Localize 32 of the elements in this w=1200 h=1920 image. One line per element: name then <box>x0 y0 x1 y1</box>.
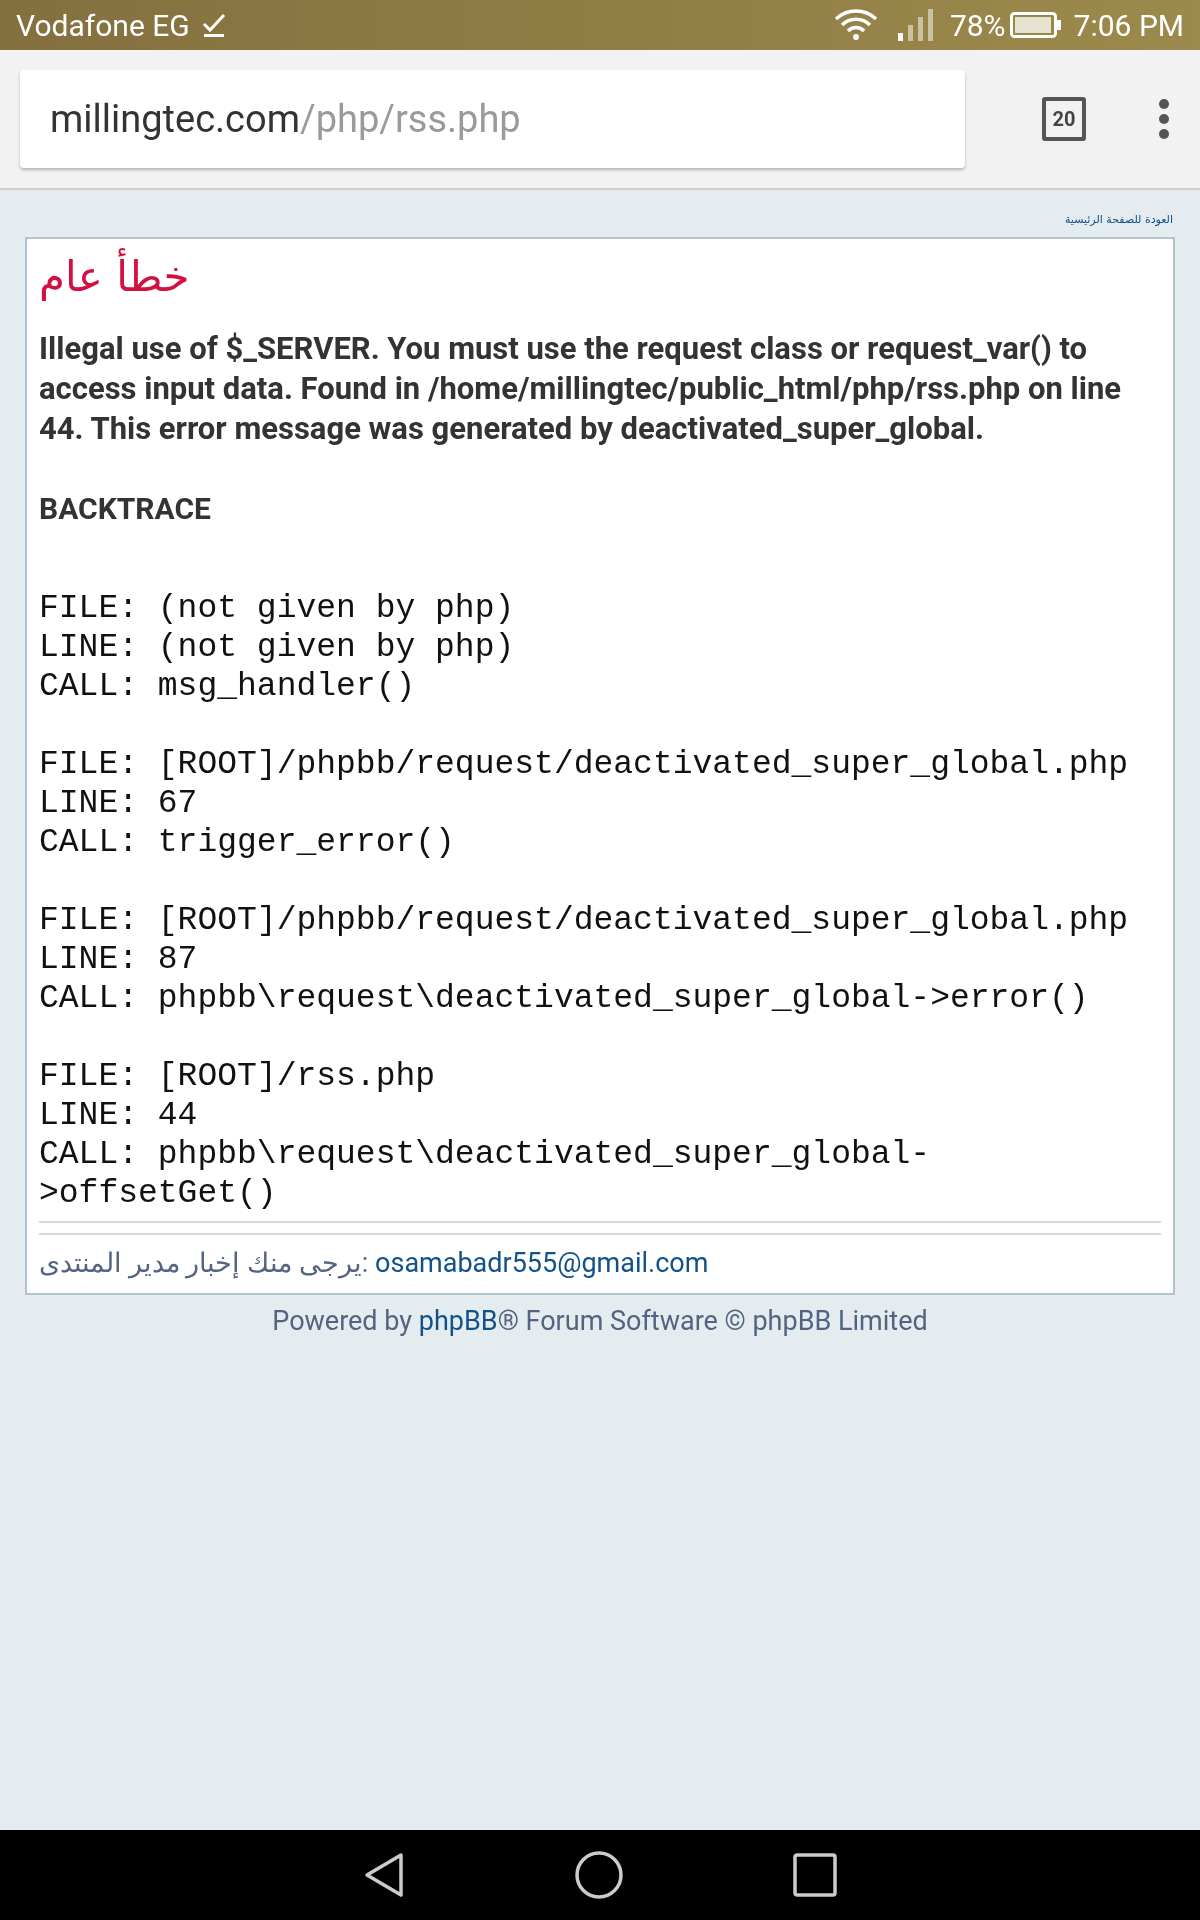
home-icon[interactable] <box>575 1851 623 1899</box>
recents-icon[interactable] <box>793 1853 837 1897</box>
back-icon[interactable] <box>363 1852 405 1898</box>
backtrace-line: FILE: [ROOT]/phpbb/request/deactivated_super_global.php <box>39 744 1130 784</box>
battery-percent: 78% <box>949 6 1006 45</box>
error-title: خطأ عام <box>39 246 190 307</box>
more-menu-icon[interactable] <box>1158 98 1170 140</box>
error-message: Illegal use of $_SERVER. You must use the request class or request_var() to access input data. Found in /home/millingtec/public_html/php/rss.php on line 44. This error message was generated by deactivated_super_global. <box>39 328 1123 449</box>
wifi-icon <box>833 9 878 41</box>
email-link[interactable]: osamabadr555@gmail.com <box>375 1246 709 1279</box>
check-icon <box>201 12 226 38</box>
backtrace-line: FILE: [ROOT]/phpbb/request/deactivated_super_global.php <box>39 900 1130 940</box>
backtrace-line: LINE: 87 <box>39 939 199 979</box>
battery-icon <box>1009 12 1062 38</box>
home-link[interactable]: العودة للصفحة الرئيسية <box>1064 212 1173 229</box>
clock: 7:06 PM <box>1073 6 1184 45</box>
phpbb-link[interactable]: phpBB <box>418 1304 498 1337</box>
signal-icon <box>897 9 934 41</box>
backtrace-line: FILE: [ROOT]/rss.php <box>39 1056 437 1096</box>
carrier-name: Vodafone EG <box>16 6 190 45</box>
backtrace-line: LINE: (not given by php) <box>39 627 516 667</box>
backtrace-line: LINE: 44 <box>39 1095 199 1135</box>
backtrace-line: CALL: phpbb\request\deactivated_super_global->error() <box>39 978 1090 1018</box>
backtrace-line: CALL: trigger_error() <box>39 822 456 862</box>
address-bar[interactable]: millingtec.com/php/rss.php <box>20 70 965 168</box>
tab-count-button[interactable]: 20 <box>1042 97 1086 141</box>
backtrace-line: CALL: msg_handler() <box>39 666 417 706</box>
footer-text: Powered by phpBB® Forum Software © phpBB Limited <box>271 1303 929 1339</box>
backtrace-line: LINE: 67 <box>39 783 199 823</box>
backtrace-heading: BACKTRACE <box>39 489 212 528</box>
backtrace-line: FILE: (not given by php) <box>39 588 516 628</box>
backtrace-line: CALL: phpbb\request\deactivated_super_global->offsetGet() <box>39 1134 932 1213</box>
